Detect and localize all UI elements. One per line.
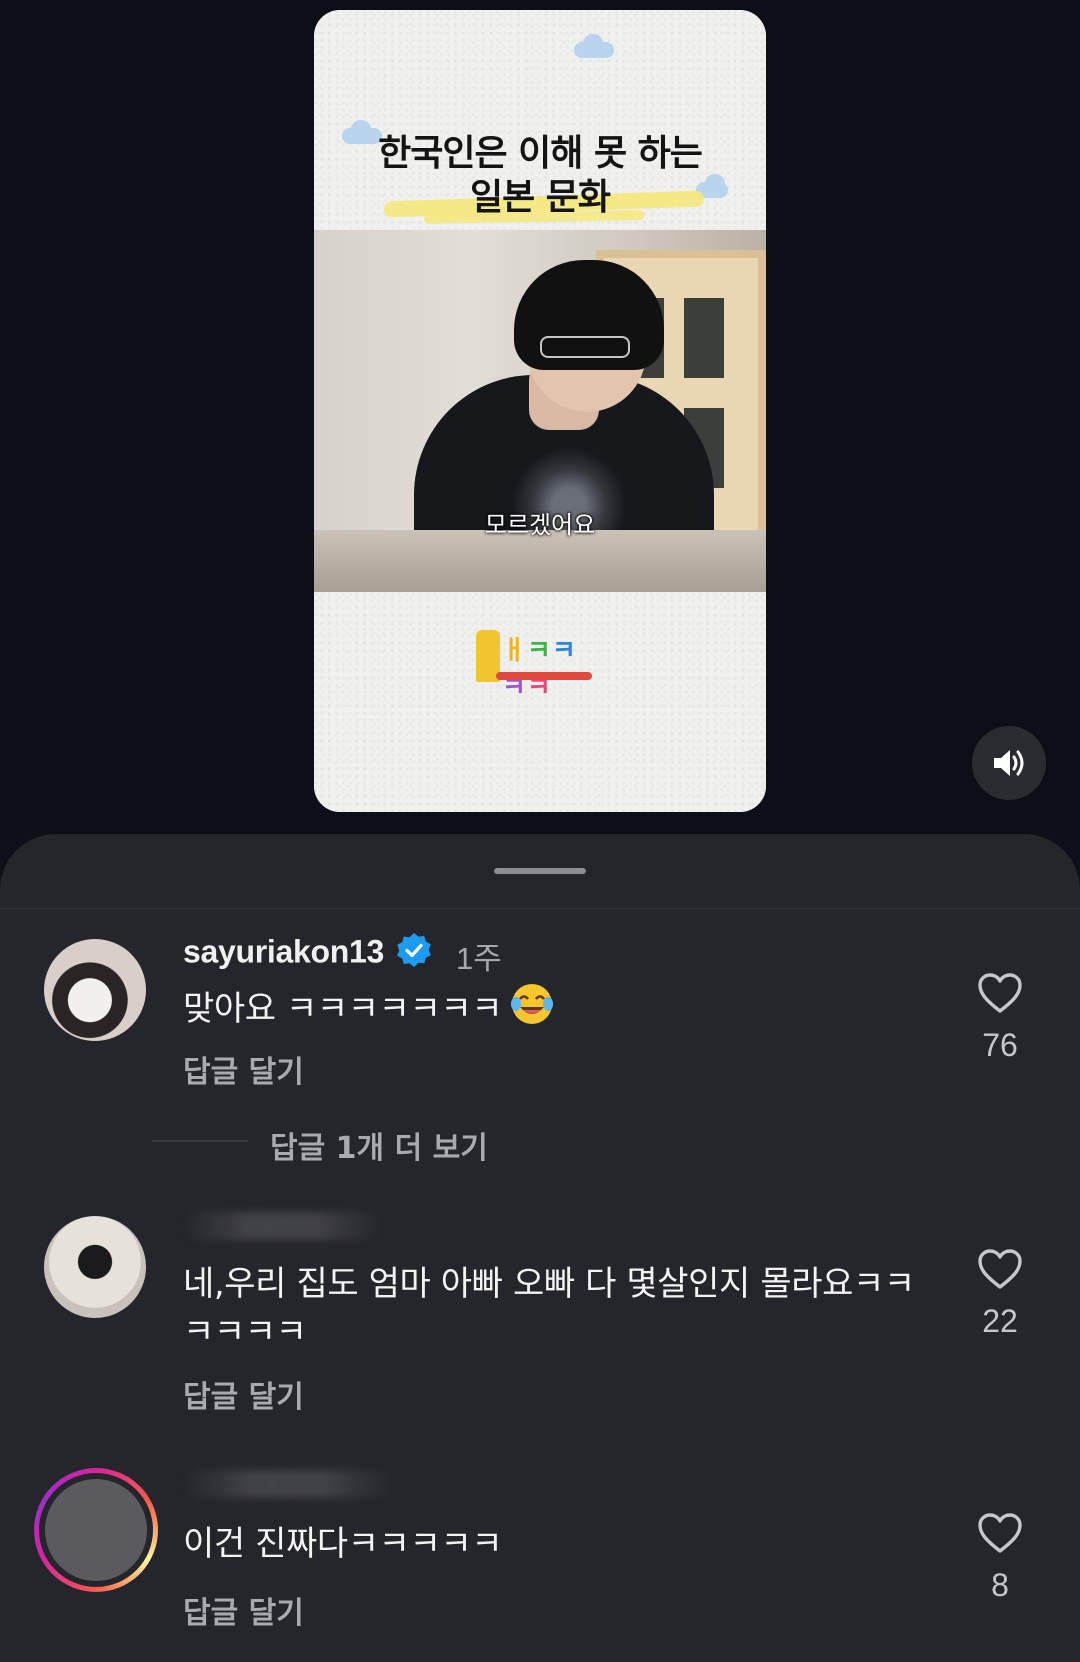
like-count: 8	[991, 1567, 1009, 1603]
video-title-line-2: 일본 문화	[469, 177, 611, 218]
like-column: 76	[972, 972, 1028, 1064]
glasses	[540, 336, 630, 358]
channel-logo: ㅐㅋㅋㅋㅋ	[476, 630, 600, 703]
logo-text: ㅐㅋㅋㅋㅋ	[502, 636, 577, 703]
comment-time: 1주	[456, 941, 502, 976]
reply-button[interactable]: 답글 달기	[183, 1372, 304, 1416]
video-player[interactable]: 한국인은 이해 못 하는 일본 문화 모르겠어요 ㅐㅋㅋㅋㅋ	[314, 10, 766, 812]
video-frame: 모르겠어요	[314, 230, 766, 592]
comment-text: 맞아요 ㅋㅋㅋㅋㅋㅋㅋ	[183, 982, 923, 1039]
video-header-panel: 한국인은 이해 못 하는 일본 문화	[314, 10, 766, 230]
comment-username[interactable]: sayuriakon13	[183, 932, 432, 976]
avatar[interactable]	[44, 939, 146, 1041]
video-title-line-1: 한국인은 이해 못 하는	[378, 133, 703, 174]
heart-icon[interactable]	[977, 972, 1023, 1014]
comments-sheet: sayuriakon13 1주 맞아요 ㅋㅋㅋㅋㅋㅋㅋ 답글 달기 76 답글 …	[0, 834, 1080, 1662]
heart-icon[interactable]	[977, 1248, 1023, 1290]
verified-badge-icon	[396, 932, 432, 976]
view-more-replies-button[interactable]: 답글 1개 더 보기	[270, 1123, 488, 1167]
comment-text: 이건 진짜다ㅋㅋㅋㅋㅋ	[183, 1524, 503, 1564]
like-count: 22	[982, 1303, 1018, 1339]
like-count: 76	[982, 1027, 1018, 1063]
sheet-drag-handle[interactable]	[494, 868, 586, 874]
comment-text: 네,우리 집도 엄마 아빠 오빠 다 몇살인지 몰라요ㅋㅋㅋㅋㅋㅋ	[183, 1264, 915, 1352]
reply-button[interactable]: 답글 달기	[183, 1047, 304, 1091]
comment-username-blurred[interactable]	[183, 1212, 383, 1240]
avatar	[45, 1479, 147, 1581]
logo-pencil	[496, 672, 592, 680]
video-area: 한국인은 이해 못 하는 일본 문화 모르겠어요 ㅐㅋㅋㅋㅋ	[0, 0, 1080, 834]
view-more-line	[152, 1140, 248, 1142]
like-column: 8	[972, 1512, 1028, 1604]
avatar-story-ring[interactable]	[34, 1468, 158, 1592]
like-column: 22	[972, 1248, 1028, 1340]
face-with-tears-of-joy-icon	[510, 982, 554, 1039]
cloud-decoration	[574, 34, 614, 58]
video-title: 한국인은 이해 못 하는 일본 문화	[314, 132, 766, 220]
comment-username-blurred[interactable]	[183, 1470, 393, 1498]
video-subtitle: 모르겠어요	[484, 511, 596, 539]
speaker-volume-icon	[994, 750, 1024, 776]
divider	[0, 908, 1080, 909]
volume-button[interactable]	[972, 726, 1046, 800]
avatar[interactable]	[44, 1216, 146, 1318]
reply-button[interactable]: 답글 달기	[183, 1588, 304, 1632]
heart-icon[interactable]	[977, 1512, 1023, 1554]
